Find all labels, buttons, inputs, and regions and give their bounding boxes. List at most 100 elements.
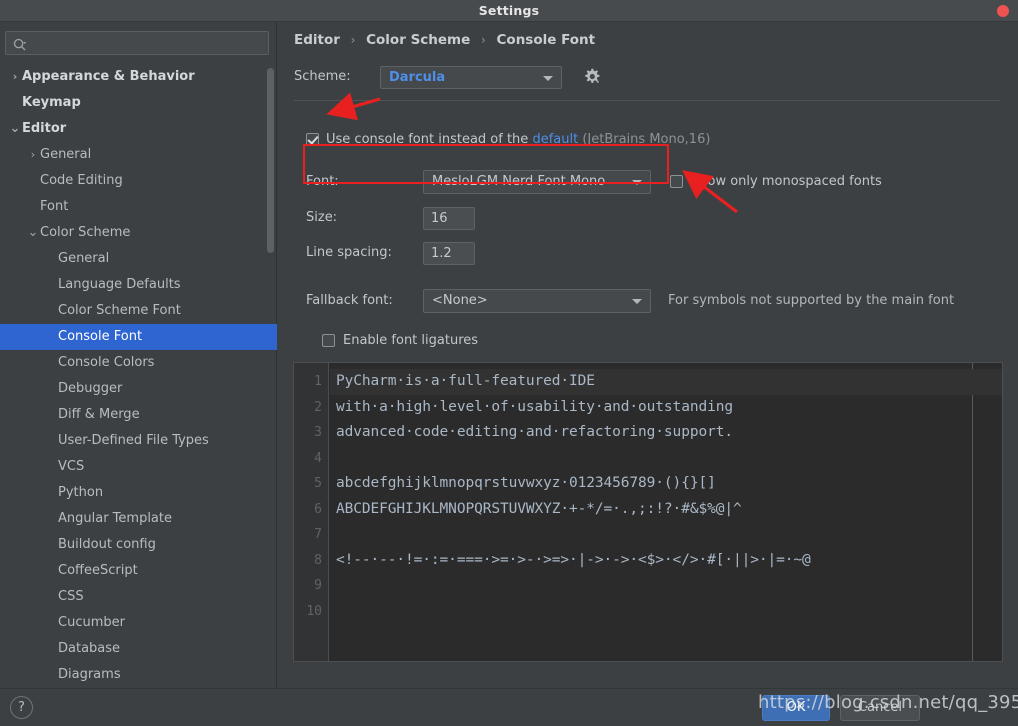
show-monospaced-checkbox[interactable] (670, 175, 683, 188)
sidebar-item-code-editing[interactable]: Code Editing (0, 168, 277, 194)
enable-ligatures-label: Enable font ligatures (343, 333, 479, 348)
sidebar-item-label: Debugger (58, 381, 123, 396)
breadcrumb-separator-icon: › (481, 33, 486, 47)
sidebar-item-angular-template[interactable]: Angular Template (0, 506, 277, 532)
line-number: 2 (314, 399, 322, 415)
search-field-wrapper (5, 31, 269, 55)
sidebar-item-console-colors[interactable]: Console Colors (0, 350, 277, 376)
sidebar-item-user-defined-file-types[interactable]: User-Defined File Types (0, 428, 277, 454)
sidebar-item-label: Angular Template (58, 511, 172, 526)
line-number: 3 (314, 425, 322, 440)
scheme-value: Darcula (389, 70, 446, 85)
help-icon[interactable]: ? (10, 696, 33, 719)
fallback-font-value: <None> (432, 293, 488, 308)
preview-line (330, 522, 1002, 548)
line-number: 5 (314, 476, 322, 491)
sidebar-item-buildout-config[interactable]: Buildout config (0, 532, 277, 558)
search-box[interactable] (5, 31, 269, 55)
search-icon (13, 37, 27, 51)
sidebar-item-color-scheme-font[interactable]: Color Scheme Font (0, 298, 277, 324)
sidebar-item-label: General (40, 147, 92, 162)
preview-line: advanced·code·editing·and·refactoring·su… (336, 424, 733, 440)
enable-ligatures-row[interactable]: Enable font ligatures (322, 333, 478, 348)
fallback-font-hint: For symbols not supported by the main fo… (668, 293, 955, 308)
sidebar-item-label: User-Defined File Types (58, 433, 209, 448)
sidebar-item-editor[interactable]: ⌄ Editor (0, 116, 277, 142)
gear-icon[interactable] (582, 67, 602, 87)
preview-line: ABCDEFGHIJKLMNOPQRSTUVWXYZ·+-*/=·.,;:!?·… (336, 500, 742, 517)
sidebar-item-cucumber[interactable]: Cucumber (0, 610, 277, 636)
sidebar-item-general[interactable]: General (0, 246, 277, 272)
settings-sidebar: › Appearance & Behavior Keymap ⌄ Editor › Gene… (0, 22, 277, 688)
chevron-down-icon (632, 299, 642, 304)
sidebar-item-database[interactable]: Database (0, 636, 277, 662)
sidebar-scrollbar-thumb[interactable] (267, 68, 274, 253)
sidebar-item-color-scheme[interactable]: ⌄ Color Scheme (0, 220, 277, 246)
preview-line: PyCharm·is·a·full-featured·IDE (330, 369, 1002, 395)
preview-line (330, 573, 1002, 599)
sidebar-item-label: Font (40, 199, 69, 214)
breadcrumb-item-2: Console Font (496, 32, 596, 48)
sidebar-item-vcs[interactable]: VCS (0, 454, 277, 480)
window-title: Settings (478, 3, 540, 18)
show-monospaced-row[interactable]: Show only monospaced fonts (670, 174, 882, 189)
sidebar-item-keymap[interactable]: Keymap (0, 90, 277, 116)
sidebar-item-label: Console Colors (58, 355, 155, 370)
line-spacing-input[interactable]: 1.2 (423, 242, 475, 265)
settings-tree[interactable]: › Appearance & Behavior Keymap ⌄ Editor › Gene… (0, 64, 277, 688)
preview-line (330, 446, 1002, 472)
sidebar-item-language-defaults[interactable]: Language Defaults (0, 272, 277, 298)
sidebar-item-general[interactable]: › General (0, 142, 277, 168)
chevron-down-icon[interactable]: ⌄ (26, 223, 40, 243)
annotation-box-font (303, 144, 669, 184)
size-label: Size: (306, 210, 338, 225)
sidebar-item-appearance-behavior[interactable]: › Appearance & Behavior (0, 64, 277, 90)
sidebar-item-label: Color Scheme Font (58, 303, 181, 318)
line-number: 10 (306, 603, 322, 619)
breadcrumb-item-1[interactable]: Color Scheme (366, 32, 470, 48)
scheme-dropdown[interactable]: Darcula (380, 66, 562, 89)
breadcrumb: Editor › Color Scheme › Console Font (294, 32, 595, 48)
sidebar-item-diagrams[interactable]: Diagrams (0, 662, 277, 688)
fallback-font-label: Fallback font: (306, 293, 393, 308)
line-spacing-value: 1.2 (431, 246, 452, 261)
sidebar-item-coffeescript[interactable]: CoffeeScript (0, 558, 277, 584)
chevron-right-icon[interactable]: › (26, 142, 40, 168)
close-icon[interactable] (997, 5, 1009, 17)
sidebar-item-debugger[interactable]: Debugger (0, 376, 277, 402)
settings-dialog: Settings › Appearance & Behavior Keymap ⌄ Ed… (0, 0, 1018, 726)
sidebar-item-label: Language Defaults (58, 277, 181, 292)
scheme-label: Scheme: (294, 69, 351, 84)
sidebar-item-label: Keymap (22, 95, 81, 110)
sidebar-item-label: Buildout config (58, 537, 156, 552)
line-number: 6 (314, 501, 322, 517)
sidebar-item-label: Diagrams (58, 667, 121, 682)
search-input[interactable] (33, 32, 264, 54)
sidebar-item-label: Console Font (58, 329, 143, 344)
breadcrumb-item-0[interactable]: Editor (294, 32, 340, 48)
chevron-down-icon[interactable]: ⌄ (8, 119, 22, 139)
sidebar-item-font[interactable]: Font (0, 194, 277, 220)
show-monospaced-label: Show only monospaced fonts (691, 174, 882, 189)
sidebar-item-console-font[interactable]: Console Font (0, 324, 277, 350)
sidebar-item-label: General (58, 251, 110, 266)
sidebar-item-label: Appearance & Behavior (22, 69, 195, 84)
sidebar-item-css[interactable]: CSS (0, 584, 277, 610)
preview-code-area[interactable]: PyCharm·is·a·full-featured·IDE with·a·hig… (330, 363, 1002, 661)
chevron-down-icon (543, 76, 553, 81)
preview-line: <!--·--·!=·:=·===·>=·>-·>=>·|->·->·<$>·<… (336, 551, 811, 568)
sidebar-item-label: Python (58, 485, 104, 500)
font-preview-editor[interactable]: 1 2 3 4 5 6 7 8 9 10 PyCharm·is·a·full-featured·I… (293, 362, 1003, 662)
enable-ligatures-checkbox[interactable] (322, 334, 335, 347)
sidebar-item-label: VCS (58, 459, 85, 474)
sidebar-item-python[interactable]: Python (0, 480, 277, 506)
fallback-font-dropdown[interactable]: <None> (423, 289, 651, 313)
sidebar-item-label: Diff & Merge (58, 407, 140, 422)
sidebar-item-label: Editor (22, 121, 67, 136)
size-input[interactable]: 16 (423, 207, 475, 230)
line-number-gutter: 1 2 3 4 5 6 7 8 9 10 (294, 363, 329, 661)
line-spacing-label: Line spacing: (306, 245, 392, 260)
sidebar-item-diff-merge[interactable]: Diff & Merge (0, 402, 277, 428)
sidebar-item-label: Color Scheme (40, 225, 131, 240)
chevron-right-icon[interactable]: › (8, 64, 22, 90)
